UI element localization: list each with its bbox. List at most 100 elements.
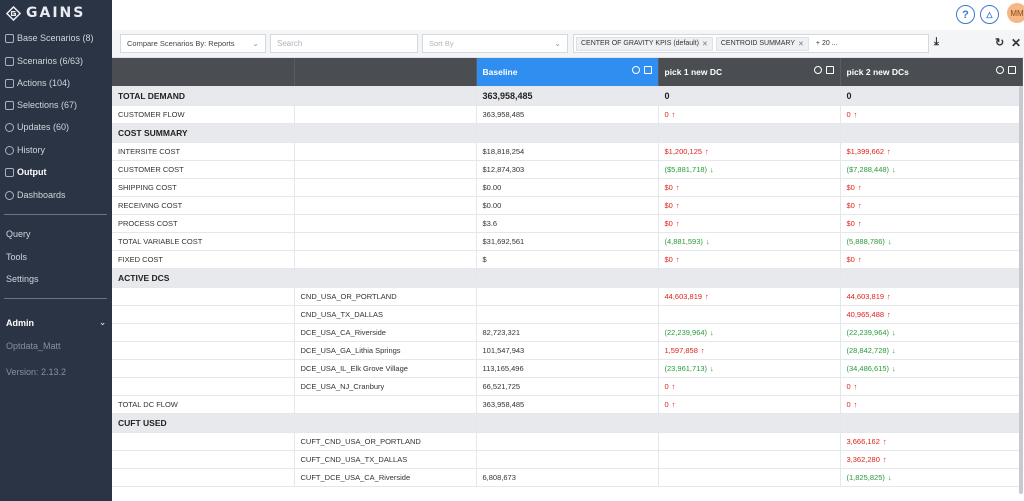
sidebar-link-tools[interactable]: Tools bbox=[0, 248, 112, 266]
cell-value: 0 bbox=[846, 400, 851, 409]
column-header-scenario-1[interactable]: pick 1 new DC bbox=[658, 58, 841, 87]
close-icon[interactable]: ✕ bbox=[1011, 36, 1021, 50]
table-cell: 0 ↑ bbox=[658, 105, 841, 124]
table-cell bbox=[476, 123, 659, 143]
sidebar-link-settings[interactable]: Settings bbox=[0, 270, 112, 288]
table-row: DCE_USA_GA_Lithia Springs 101,547,943 1,59… bbox=[112, 341, 1023, 360]
cell-value: 3,362,280 bbox=[846, 455, 880, 464]
row-sublabel bbox=[294, 178, 477, 197]
row-sublabel: DCE_USA_CA_Riverside bbox=[294, 323, 477, 342]
table-cell bbox=[658, 413, 841, 433]
cell-value: $0 bbox=[846, 219, 855, 228]
refresh-icon[interactable]: ↻ bbox=[995, 36, 1004, 49]
sidebar-item[interactable]: Selections (67) bbox=[0, 96, 112, 114]
table-scrollbar[interactable] bbox=[1019, 86, 1023, 494]
list-icon bbox=[5, 56, 14, 66]
cell-value: 363,958,485 bbox=[482, 110, 525, 119]
row-sublabel bbox=[294, 250, 477, 269]
sidebar-item[interactable]: Dashboards bbox=[0, 186, 112, 204]
copy-icon[interactable] bbox=[643, 66, 652, 74]
row-sublabel: CND_USA_OR_PORTLAND bbox=[294, 287, 477, 306]
table-row: FIXED COST $ $0 ↑ $0 ↑ bbox=[112, 250, 1023, 269]
row-sublabel: CUFT_CND_USA_OR_PORTLAND bbox=[294, 432, 477, 451]
user-name: Optdata_Matt bbox=[6, 341, 61, 351]
column-header-baseline[interactable]: Baseline bbox=[476, 58, 659, 87]
table-cell: $0.00 bbox=[476, 178, 659, 197]
download-icon[interactable]: ⤓ bbox=[934, 36, 939, 49]
sidebar-link-query[interactable]: Query bbox=[0, 225, 112, 243]
table-row: PROCESS COST $3.6 $0 ↑ $0 ↑ bbox=[112, 214, 1023, 233]
cell-value: (28,842,728) bbox=[846, 346, 890, 355]
sidebar-item[interactable]: Scenarios (6/63) bbox=[0, 52, 112, 70]
table-cell: 101,547,943 bbox=[476, 341, 659, 360]
cell-value: 363,958,485 bbox=[482, 91, 533, 101]
brand-name: GAINS bbox=[26, 5, 86, 21]
arrow-up-icon: ↑ bbox=[853, 110, 858, 119]
copy-icon[interactable] bbox=[1007, 66, 1016, 74]
table-cell: (34,486,615) ↓ bbox=[840, 359, 1023, 378]
table-cell: 0 ↑ bbox=[840, 377, 1023, 396]
table-cell: 66,521,725 bbox=[476, 377, 659, 396]
cell-value: 0 bbox=[846, 110, 851, 119]
report-chips[interactable]: CENTER OF GRAVITY KPIS (default) ✕ CENTRO… bbox=[573, 34, 929, 53]
cell-value: 101,547,943 bbox=[482, 346, 525, 355]
table-cell: 0 ↑ bbox=[658, 395, 841, 414]
notification-bell-icon[interactable]: △ bbox=[980, 5, 999, 24]
remove-icon[interactable] bbox=[813, 66, 822, 74]
table-row: DCE_USA_NJ_Cranbury 66,521,725 0 ↑ 0 ↑ bbox=[112, 377, 1023, 396]
compare-by-select[interactable]: Compare Scenarios By: Reports ⌄ bbox=[120, 34, 266, 53]
table-cell: 363,958,485 bbox=[476, 395, 659, 414]
sidebar-item[interactable]: Actions (104) bbox=[0, 74, 112, 92]
sidebar-item[interactable]: History bbox=[0, 141, 112, 159]
table-cell: $0 ↑ bbox=[840, 178, 1023, 197]
sidebar-item[interactable]: Output bbox=[0, 163, 112, 181]
row-label bbox=[112, 323, 295, 342]
brand-logo[interactable]: GAINS bbox=[0, 0, 112, 26]
close-icon[interactable]: ✕ bbox=[702, 40, 708, 48]
admin-menu[interactable]: Admin ⌄ bbox=[6, 318, 106, 328]
table-cell: $0 ↑ bbox=[658, 178, 841, 197]
table-cell: 1,597,858 ↑ bbox=[658, 341, 841, 360]
remove-icon[interactable] bbox=[995, 66, 1004, 74]
row-label: CUFT USED bbox=[112, 413, 295, 433]
table-cell bbox=[658, 123, 841, 143]
cell-value: $0 bbox=[664, 183, 673, 192]
compare-by-value: Compare Scenarios By: Reports bbox=[127, 39, 235, 48]
row-label bbox=[112, 450, 295, 469]
cell-value: ($5,881,718) bbox=[664, 165, 708, 174]
table-row: CND_USA_OR_PORTLAND 44,603,819 ↑ 44,603,819… bbox=[112, 287, 1023, 306]
column-header-scenario-2[interactable]: pick 2 new DCs bbox=[840, 58, 1023, 87]
copy-icon[interactable] bbox=[825, 66, 834, 74]
remove-icon[interactable] bbox=[631, 66, 640, 74]
table-cell: (28,842,728) ↓ bbox=[840, 341, 1023, 360]
close-icon[interactable]: ✕ bbox=[798, 40, 804, 48]
report-chip[interactable]: CENTROID SUMMARY ✕ bbox=[715, 36, 809, 51]
arrow-down-icon: ↓ bbox=[710, 165, 714, 174]
sidebar-item[interactable]: Base Scenarios (8) bbox=[0, 29, 112, 47]
row-sublabel bbox=[294, 413, 477, 433]
report-chip[interactable]: CENTER OF GRAVITY KPIS (default) ✕ bbox=[576, 36, 713, 51]
arrow-up-icon: ↑ bbox=[675, 219, 680, 228]
sidebar-divider bbox=[4, 298, 107, 299]
table-cell bbox=[476, 450, 659, 469]
cell-value: $1,399,662 bbox=[846, 147, 885, 156]
help-icon[interactable]: ? bbox=[956, 5, 975, 24]
search-input[interactable] bbox=[270, 34, 418, 53]
cell-value: 1,597,858 bbox=[664, 346, 698, 355]
cell-value: (23,961,713) bbox=[664, 364, 708, 373]
table-row: CND_USA_TX_DALLAS 40,965,488 ↑ bbox=[112, 305, 1023, 324]
section-row: ACTIVE DCS bbox=[112, 268, 1023, 288]
row-label: COST SUMMARY bbox=[112, 123, 295, 143]
table-cell: 363,958,485 bbox=[476, 105, 659, 124]
row-label: FIXED COST bbox=[112, 250, 295, 269]
row-sublabel bbox=[294, 232, 477, 251]
sort-by-select[interactable]: Sort By ⌄ bbox=[422, 34, 568, 53]
sidebar-item[interactable]: Updates (60) bbox=[0, 118, 112, 136]
avatar[interactable]: MM bbox=[1007, 3, 1024, 23]
more-chips[interactable]: + 20 ... bbox=[812, 38, 842, 49]
row-sublabel: DCE_USA_GA_Lithia Springs bbox=[294, 341, 477, 360]
arrow-up-icon: ↑ bbox=[671, 382, 676, 391]
table-cell: 6,808,673 bbox=[476, 468, 659, 487]
table-cell: $0 ↑ bbox=[658, 250, 841, 269]
table-cell: 0 ↑ bbox=[840, 105, 1023, 124]
